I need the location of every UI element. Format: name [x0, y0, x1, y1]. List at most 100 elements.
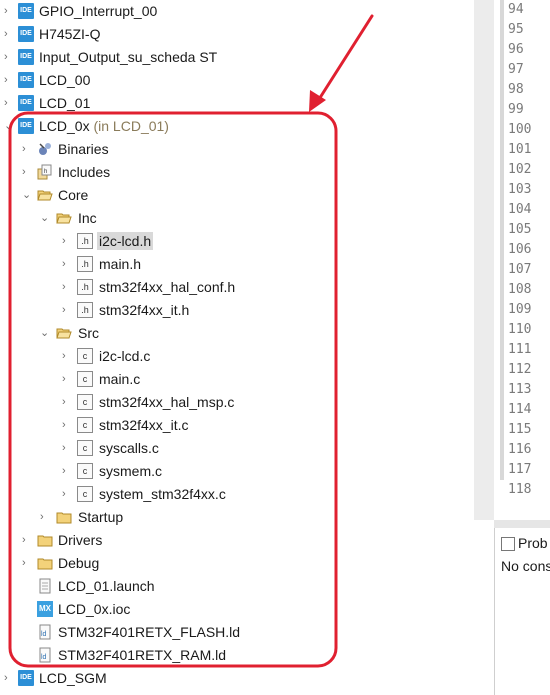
chevron-right-icon[interactable]: ›	[22, 556, 32, 570]
tree-item-label: Drivers	[58, 532, 103, 548]
chevron-right-icon[interactable]: ›	[62, 372, 72, 386]
tree-item-input-output[interactable]: › IDE Input_Output_su_scheda ST	[0, 46, 474, 68]
chevron-right-icon[interactable]: ›	[62, 349, 72, 363]
tree-item-label: Debug	[58, 555, 100, 571]
chevron-right-icon[interactable]: ›	[62, 257, 72, 271]
chevron-right-icon[interactable]: ›	[22, 533, 32, 547]
line-number: 98	[508, 82, 524, 97]
chevron-down-icon[interactable]: ⌄	[22, 188, 32, 202]
chevron-right-icon[interactable]: ›	[4, 96, 14, 110]
line-number: 94	[508, 2, 524, 17]
svg-text:ld: ld	[41, 654, 47, 661]
line-number: 95	[508, 22, 524, 37]
line-number: 106	[508, 242, 532, 257]
tab-problems[interactable]: Prob	[501, 532, 548, 554]
tree-item-debug[interactable]: › Debug	[0, 552, 474, 574]
ide-project-icon: IDE	[18, 95, 34, 111]
tree-item-includes[interactable]: › h Includes	[0, 161, 474, 183]
tree-item-label: GPIO_Interrupt_00	[39, 3, 158, 19]
vertical-scrollbar[interactable]	[474, 0, 494, 520]
tree-item-src[interactable]: ⌄ Src	[0, 322, 474, 344]
line-number: 104	[508, 202, 532, 217]
tree-item-binaries[interactable]: › Binaries	[0, 138, 474, 160]
tree-item-ioc[interactable]: MX LCD_0x.ioc	[0, 598, 474, 620]
overview-ruler	[500, 0, 504, 480]
tree-item-main-c[interactable]: › c main.c	[0, 368, 474, 390]
chevron-right-icon[interactable]: ›	[62, 234, 72, 248]
line-number: 114	[508, 402, 532, 417]
tree-item-core[interactable]: ⌄ Core	[0, 184, 474, 206]
chevron-right-icon[interactable]: ›	[40, 510, 50, 524]
tree-item-lcd-0x[interactable]: ⌄ IDE LCD_0x (in LCD_01)	[0, 115, 474, 137]
line-number: 112	[508, 362, 532, 377]
tree-item-sysmem-c[interactable]: › c sysmem.c	[0, 460, 474, 482]
chevron-right-icon[interactable]: ›	[4, 73, 14, 87]
chevron-right-icon[interactable]: ›	[62, 303, 72, 317]
tree-item-inc[interactable]: ⌄ Inc	[0, 207, 474, 229]
tree-item-label: STM32F401RETX_RAM.ld	[58, 647, 227, 663]
chevron-right-icon[interactable]: ›	[4, 4, 14, 18]
ide-project-icon: IDE	[18, 72, 34, 88]
line-number: 109	[508, 302, 532, 317]
tree-item-lcd-01[interactable]: › IDE LCD_01	[0, 92, 474, 114]
chevron-down-icon[interactable]: ⌄	[4, 119, 14, 133]
chevron-right-icon[interactable]: ›	[62, 464, 72, 478]
chevron-right-icon[interactable]: ›	[62, 487, 72, 501]
panel-sash[interactable]	[494, 520, 550, 528]
line-number: 97	[508, 62, 524, 77]
tree-item-label: stm32f4xx_it.c	[99, 417, 189, 433]
tree-item-hint: (in LCD_01)	[93, 118, 169, 134]
chevron-right-icon[interactable]: ›	[4, 27, 14, 41]
problems-icon	[501, 537, 515, 552]
open-folder-icon	[56, 325, 72, 341]
tree-item-h745zi-q[interactable]: › IDE H745ZI-Q	[0, 23, 474, 45]
ide-project-icon: IDE	[18, 670, 34, 686]
tree-item-lcd-00[interactable]: › IDE LCD_00	[0, 69, 474, 91]
c-file-icon: c	[77, 371, 93, 387]
tree-item-it-c[interactable]: › c stm32f4xx_it.c	[0, 414, 474, 436]
linker-file-icon: ld	[37, 647, 53, 663]
tree-item-label: Core	[58, 187, 89, 203]
chevron-down-icon[interactable]: ⌄	[40, 211, 50, 225]
tree-item-label: main.c	[99, 371, 141, 387]
chevron-right-icon[interactable]: ›	[62, 395, 72, 409]
tree-item-syscalls-c[interactable]: › c syscalls.c	[0, 437, 474, 459]
chevron-right-icon[interactable]: ›	[22, 142, 32, 156]
tree-item-label: syscalls.c	[99, 440, 159, 456]
tree-item-i2c-lcd-h[interactable]: › .h i2c-lcd.h	[0, 230, 474, 252]
chevron-right-icon[interactable]: ›	[62, 441, 72, 455]
chevron-right-icon[interactable]: ›	[62, 280, 72, 294]
chevron-down-icon[interactable]: ⌄	[40, 326, 50, 340]
tree-item-i2c-lcd-c[interactable]: › c i2c-lcd.c	[0, 345, 474, 367]
tree-item-it-h[interactable]: › .h stm32f4xx_it.h	[0, 299, 474, 321]
open-folder-icon	[56, 210, 72, 226]
tree-item-label: Inc	[78, 210, 97, 226]
tree-item-main-h[interactable]: › .h main.h	[0, 253, 474, 275]
tree-item-ram-ld[interactable]: ld STM32F401RETX_RAM.ld	[0, 644, 474, 666]
c-file-icon: c	[77, 394, 93, 410]
chevron-right-icon[interactable]: ›	[4, 50, 14, 64]
tree-item-flash-ld[interactable]: ld STM32F401RETX_FLASH.ld	[0, 621, 474, 643]
chevron-right-icon[interactable]: ›	[4, 671, 14, 685]
tree-item-hal-conf-h[interactable]: › .h stm32f4xx_hal_conf.h	[0, 276, 474, 298]
tree-item-lcd-sgm[interactable]: › IDE LCD_SGM	[0, 667, 474, 689]
header-file-icon: .h	[77, 279, 93, 295]
line-number: 118	[508, 482, 532, 497]
chevron-right-icon[interactable]: ›	[62, 418, 72, 432]
problems-panel: Prob No cons	[494, 528, 550, 695]
tree-item-startup[interactable]: › Startup	[0, 506, 474, 528]
includes-icon: h	[37, 164, 53, 180]
tree-item-gpio-interrupt-00[interactable]: › IDE GPIO_Interrupt_00	[0, 0, 474, 22]
line-number: 107	[508, 262, 532, 277]
linker-file-icon: ld	[37, 624, 53, 640]
tree-item-label: LCD_SGM	[39, 670, 107, 686]
open-folder-icon	[37, 187, 53, 203]
tree-item-hal-msp-c[interactable]: › c stm32f4xx_hal_msp.c	[0, 391, 474, 413]
tree-item-drivers[interactable]: › Drivers	[0, 529, 474, 551]
tree-item-system-c[interactable]: › c system_stm32f4xx.c	[0, 483, 474, 505]
launch-file-icon	[37, 578, 53, 594]
tree-item-launch[interactable]: LCD_01.launch	[0, 575, 474, 597]
header-file-icon: .h	[77, 256, 93, 272]
c-file-icon: c	[77, 348, 93, 364]
chevron-right-icon[interactable]: ›	[22, 165, 32, 179]
